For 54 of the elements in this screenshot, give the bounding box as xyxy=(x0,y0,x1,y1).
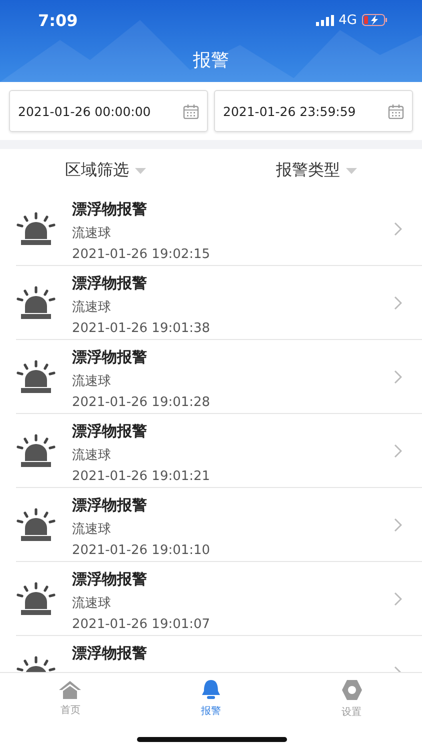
network-label: 4G xyxy=(338,12,357,28)
filter-dropdown[interactable]: 区域筛选 xyxy=(0,160,211,181)
alarm-time: 2021-01-26 19:01:28 xyxy=(72,395,212,410)
alarm-title: 漂浮物报警 xyxy=(72,496,148,515)
alarm-title: 漂浮物报警 xyxy=(72,570,148,589)
alarm-source: 流速球 xyxy=(72,521,112,538)
chevron-right-icon xyxy=(394,370,402,384)
chevron-right-icon xyxy=(394,444,402,458)
alarm-title: 漂浮物报警 xyxy=(72,200,148,219)
calendar-icon xyxy=(183,104,199,118)
battery-icon xyxy=(362,14,388,26)
siren-icon xyxy=(16,212,56,246)
filter-dropdown[interactable]: 报警类型 xyxy=(211,160,422,181)
chevron-right-icon xyxy=(394,518,402,532)
alarm-title: 漂浮物报警 xyxy=(72,422,148,441)
caret-icon xyxy=(135,168,146,174)
alarm-list-item[interactable]: 漂浮物报警 流速球 2021-01-26 19:01:38 xyxy=(16,266,422,340)
alarm-time: 2021-01-26 19:01:38 xyxy=(72,321,212,336)
alarm-list-item[interactable]: 漂浮物报警 流速球 2021-01-26 19:01:07 xyxy=(16,562,422,636)
alarm-title: 漂浮物报警 xyxy=(72,348,148,367)
alarm-list-item[interactable]: 漂浮物报警 流速球 2021-01-26 19:01:10 xyxy=(16,488,422,562)
alarm-time: 2021-01-26 19:02:15 xyxy=(72,247,212,262)
date-field[interactable]: 2021-01-26 00:00:00 xyxy=(9,90,208,132)
siren-icon xyxy=(16,286,56,320)
bell-icon xyxy=(200,678,222,700)
alarm-time: 2021-01-26 19:01:10 xyxy=(72,543,212,558)
chevron-right-icon xyxy=(394,592,402,606)
alarm-source: 流速球 xyxy=(72,373,112,390)
tab-bar-item[interactable]: 报警 xyxy=(140,673,282,723)
settings-icon xyxy=(340,678,364,702)
chevron-right-icon xyxy=(394,296,402,310)
alarm-source: 流速球 xyxy=(72,299,112,316)
alarm-time: 2021-01-26 19:01:21 xyxy=(72,469,212,484)
alarm-list-item[interactable]: 漂浮物报警 流速球 2021-01-26 19:02:15 xyxy=(16,192,422,266)
alarm-list-item[interactable]: 漂浮物报警 流速球 2021-01-26 19:01:28 xyxy=(16,340,422,414)
clock-time: 7:09 xyxy=(38,10,78,30)
date-field[interactable]: 2021-01-26 23:59:59 xyxy=(214,90,413,132)
alarm-time: 2021-01-26 19:01:07 xyxy=(72,617,212,632)
siren-icon xyxy=(16,508,56,542)
siren-icon xyxy=(16,582,56,616)
alarm-title: 漂浮物报警 xyxy=(72,644,148,663)
alarm-source: 流速球 xyxy=(72,225,112,242)
siren-icon xyxy=(16,360,56,394)
chevron-right-icon xyxy=(394,222,402,236)
home-icon xyxy=(58,680,82,700)
alarm-list-item[interactable]: 漂浮物报警 流速球 2021-01-26 19:01:21 xyxy=(16,414,422,488)
siren-icon xyxy=(16,434,56,468)
alarm-source: 流速球 xyxy=(72,595,112,612)
caret-icon xyxy=(346,168,357,174)
alarm-title: 漂浮物报警 xyxy=(72,274,148,293)
signal-icon xyxy=(316,14,334,26)
page-title: 报警 xyxy=(192,49,230,72)
calendar-icon xyxy=(388,104,404,118)
alarm-source: 流速球 xyxy=(72,447,112,464)
